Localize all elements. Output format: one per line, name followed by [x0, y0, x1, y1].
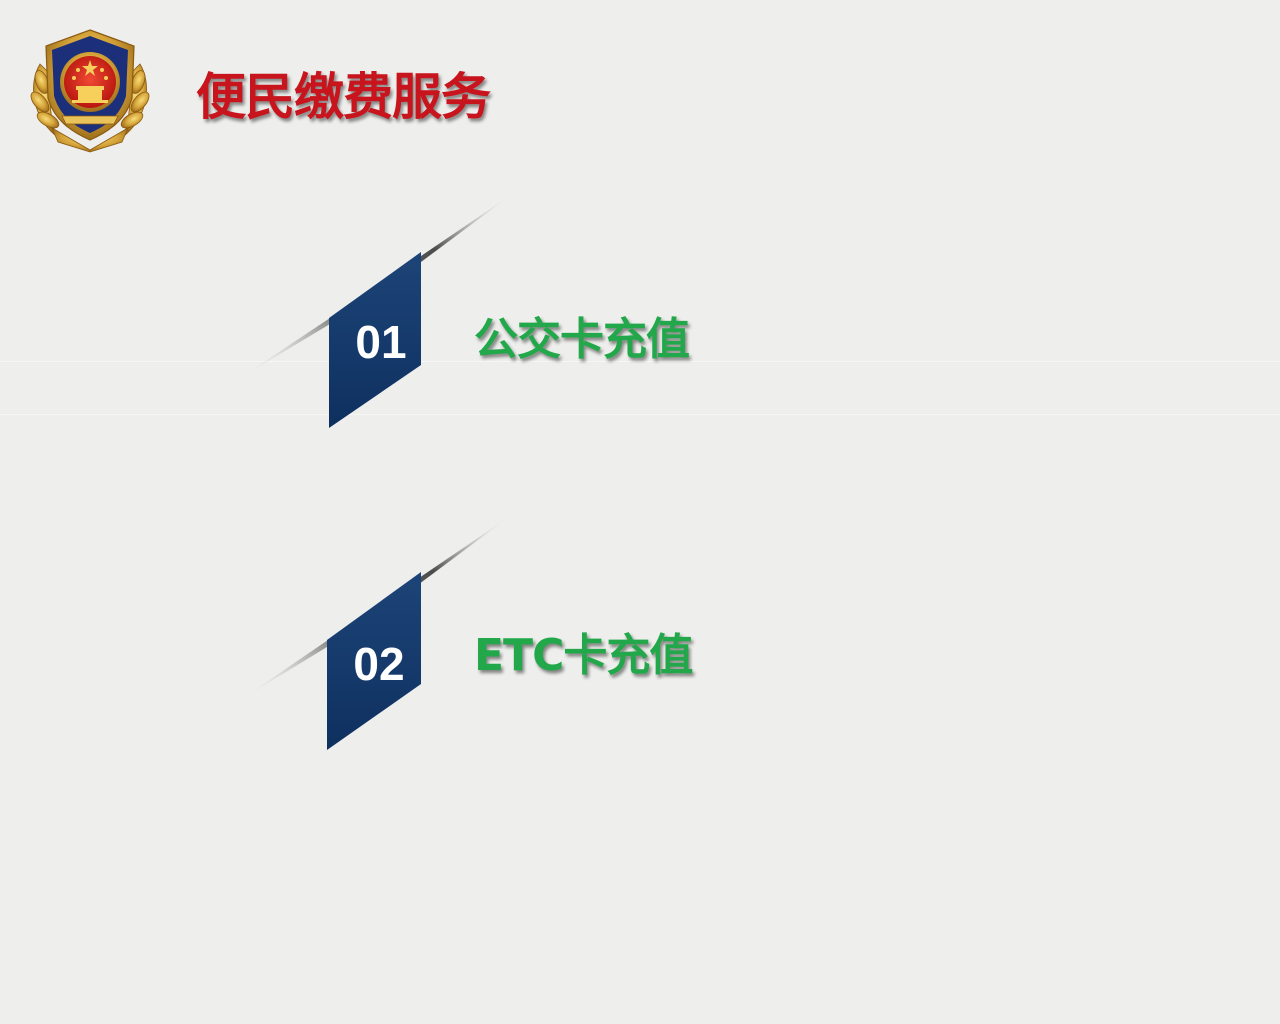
page-title: 便民缴费服务 [196, 68, 491, 126]
background-band-line [0, 414, 1280, 415]
item-01-number: 01 [355, 316, 407, 368]
item-02-number: 02 [353, 638, 405, 690]
police-emblem-icon [30, 29, 150, 153]
item-01-label[interactable]: 公交卡充值 [474, 310, 690, 370]
item-02-label[interactable]: ETC卡充值 [474, 626, 693, 686]
